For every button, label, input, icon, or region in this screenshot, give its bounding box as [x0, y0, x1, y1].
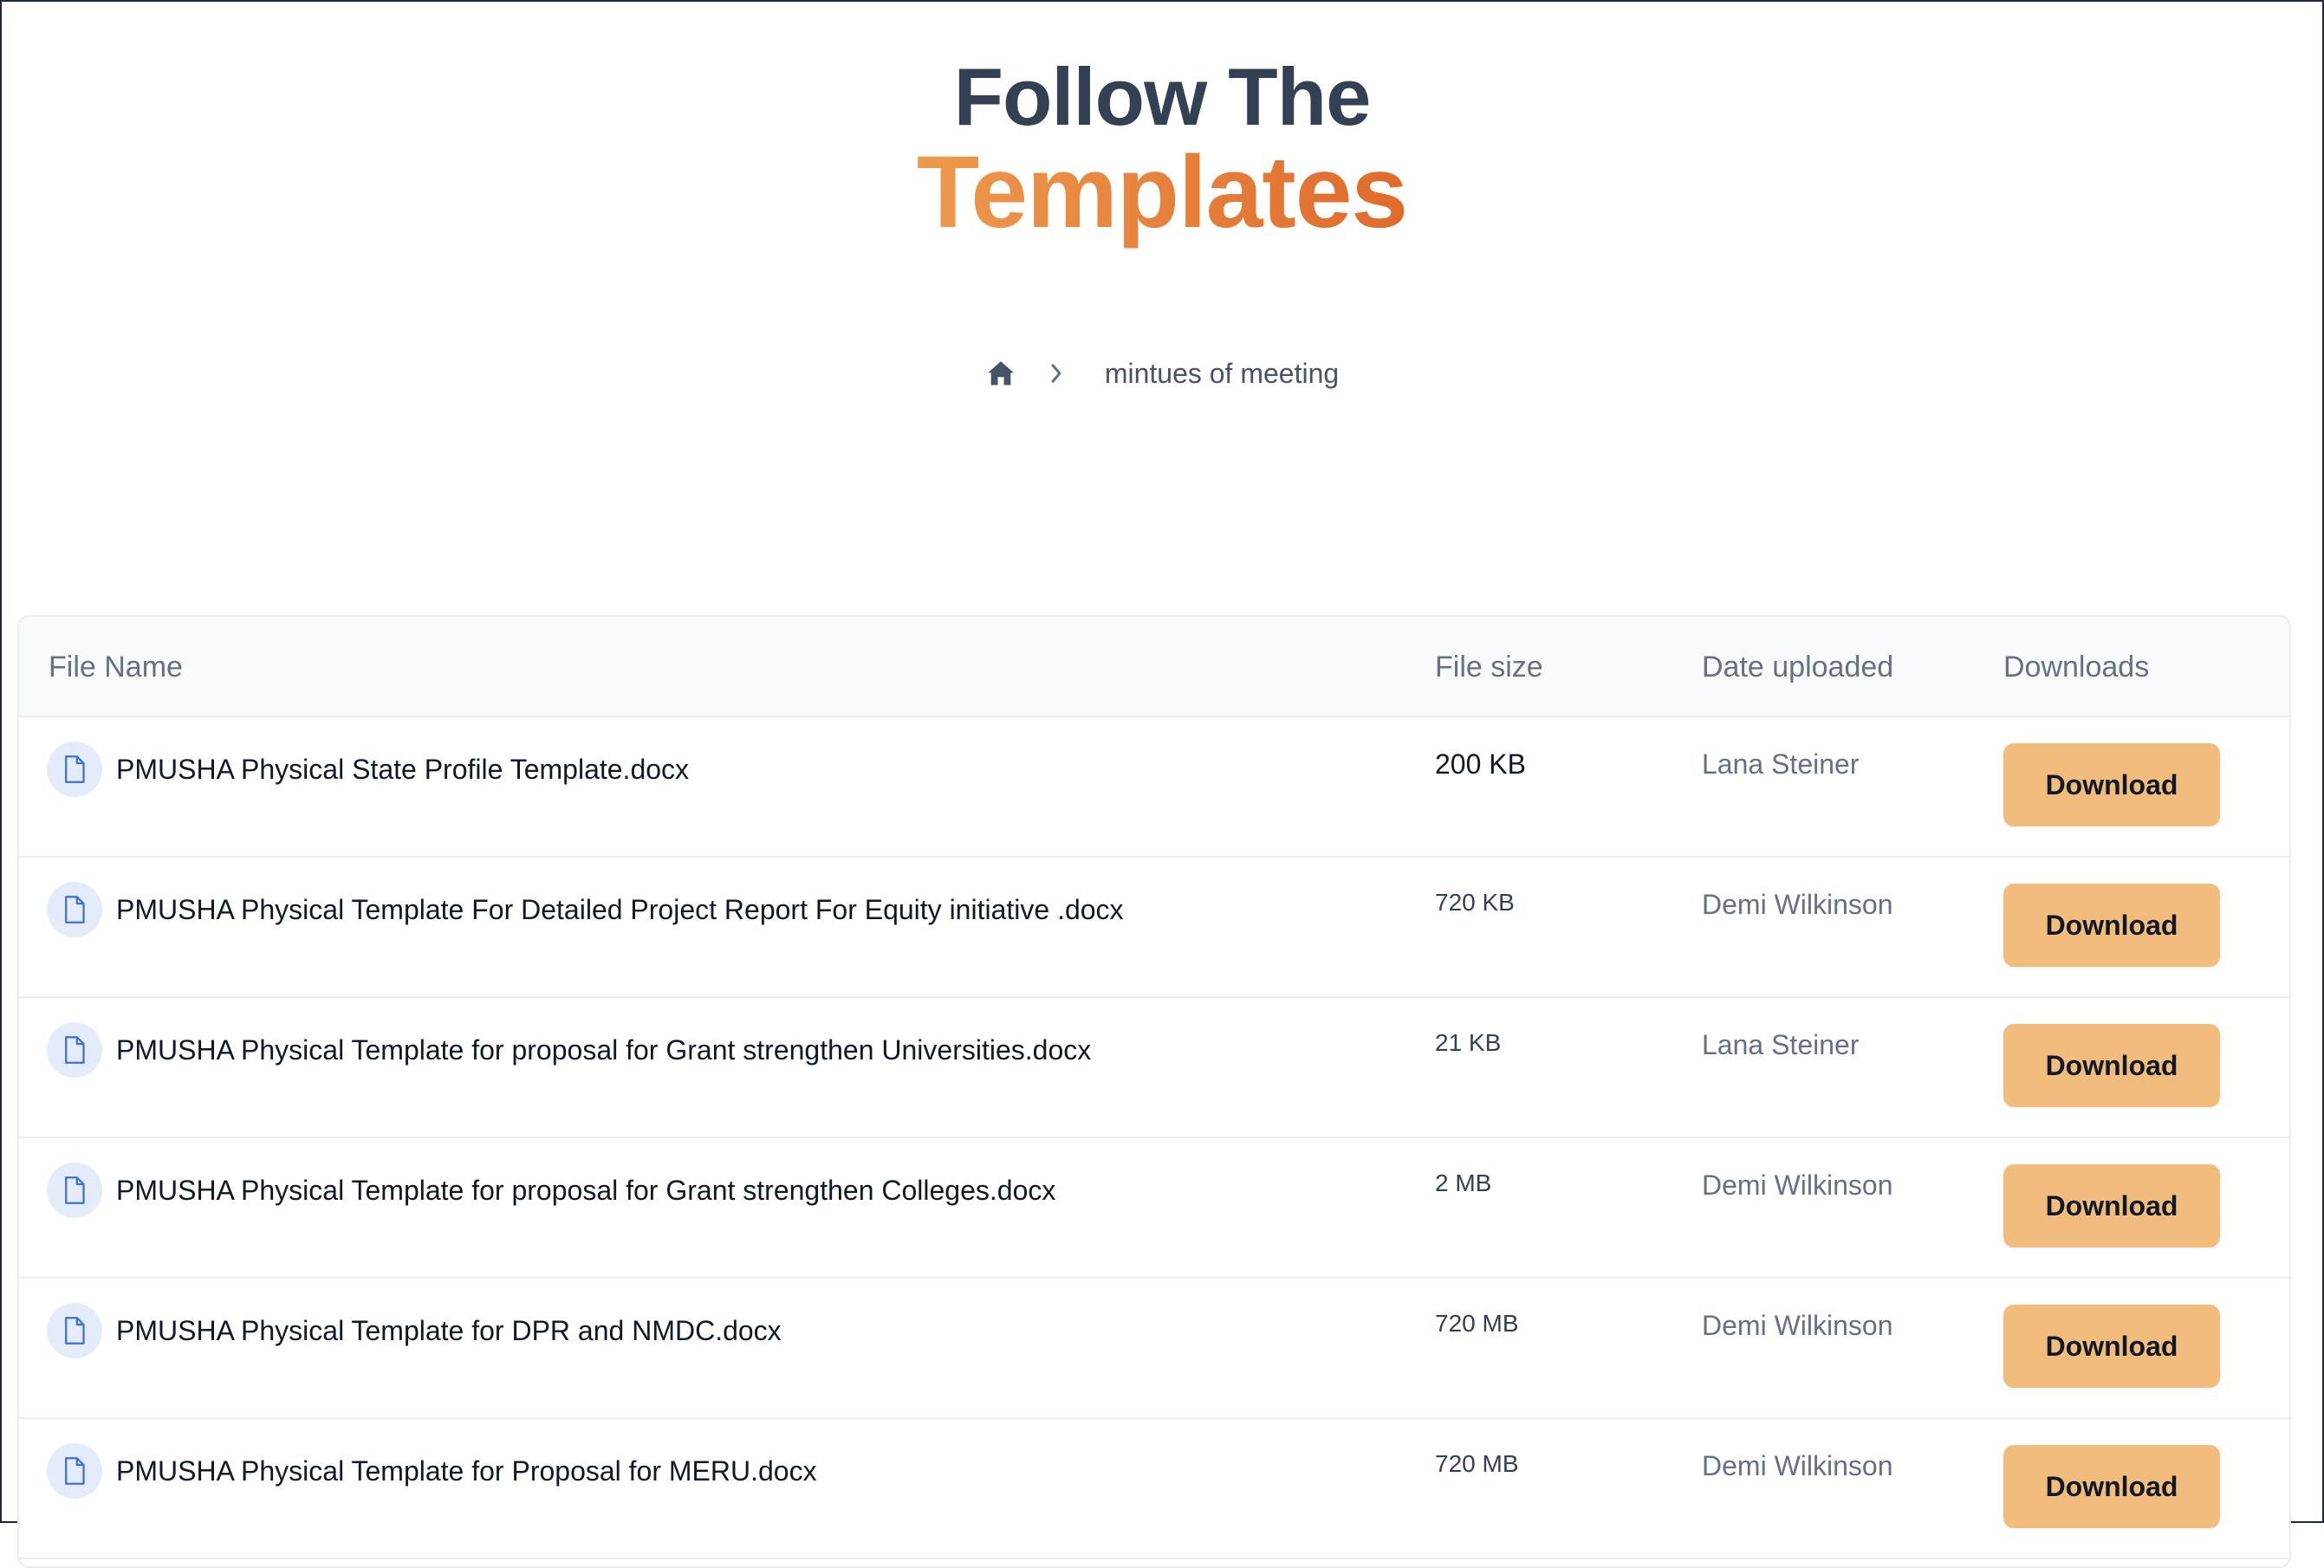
table-row: PMUSHA Physical Template for proposal fo… [19, 1137, 2289, 1279]
file-size: 200 KB [1435, 748, 1526, 780]
uploader-name: Demi Wilkinson [1702, 1450, 1893, 1481]
header-file-name: File Name [49, 651, 183, 684]
download-button[interactable]: Download [2003, 1445, 2220, 1528]
file-size: 21 KB [1435, 1029, 1502, 1056]
uploader-name: Demi Wilkinson [1702, 889, 1893, 920]
file-size: 720 MB [1435, 1310, 1519, 1337]
download-button[interactable]: Download [2003, 743, 2220, 826]
table-row: PMUSHA Physical State Profile Template.d… [19, 716, 2289, 858]
file-icon [47, 1163, 102, 1218]
file-icon [47, 882, 102, 937]
table-header: File Name File size Date uploaded Downlo… [19, 617, 2289, 717]
uploader-name: Demi Wilkinson [1702, 1310, 1893, 1341]
file-size: 720 MB [1435, 1450, 1519, 1477]
table-row: PMUSHA Physical Template for proposal fo… [19, 996, 2289, 1138]
download-button[interactable]: Download [2003, 1164, 2220, 1247]
table-row: PMUSHA Physical Template For Detailed Pr… [19, 856, 2289, 998]
hero-title-line2: Templates [2, 132, 2322, 253]
uploader-name: Lana Steiner [1702, 1029, 1860, 1060]
table-row: PMUSHA Physical Template for Proposal fo… [19, 1417, 2289, 1559]
home-icon[interactable] [985, 358, 1016, 389]
file-icon [47, 1022, 102, 1078]
file-name: PMUSHA Physical Template for DPR and NMD… [116, 1315, 782, 1346]
table-row: PMUSHA Physical Template for DPR and NMD… [19, 1277, 2289, 1419]
file-name: PMUSHA Physical Template for Proposal fo… [116, 1455, 817, 1487]
download-button[interactable]: Download [2003, 884, 2220, 967]
templates-table: File Name File size Date uploaded Downlo… [17, 615, 2291, 1568]
breadcrumb-current[interactable]: mintues of meeting [1105, 358, 1339, 390]
download-button[interactable]: Download [2003, 1024, 2220, 1107]
uploader-name: Demi Wilkinson [1702, 1170, 1893, 1201]
file-icon [47, 1443, 102, 1499]
download-button[interactable]: Download [2003, 1305, 2220, 1388]
header-file-size: File size [1435, 651, 1543, 684]
file-name: PMUSHA Physical Template for proposal fo… [116, 1175, 1056, 1206]
file-name: PMUSHA Physical Template for proposal fo… [116, 1034, 1092, 1066]
chevron-right-icon [1049, 360, 1068, 386]
file-size: 2 MB [1435, 1170, 1492, 1196]
header-date-uploaded: Date uploaded [1702, 651, 1894, 684]
hero-title-line2-text: Templates [917, 135, 1408, 249]
breadcrumb: mintues of meeting [2, 352, 2322, 395]
file-name: PMUSHA Physical Template For Detailed Pr… [116, 894, 1124, 925]
file-name: PMUSHA Physical State Profile Template.d… [116, 754, 690, 785]
uploader-name: Lana Steiner [1702, 748, 1860, 780]
file-icon [47, 1303, 102, 1358]
header-downloads: Downloads [2003, 651, 2150, 684]
file-size: 720 KB [1435, 889, 1515, 916]
file-icon [47, 742, 102, 797]
